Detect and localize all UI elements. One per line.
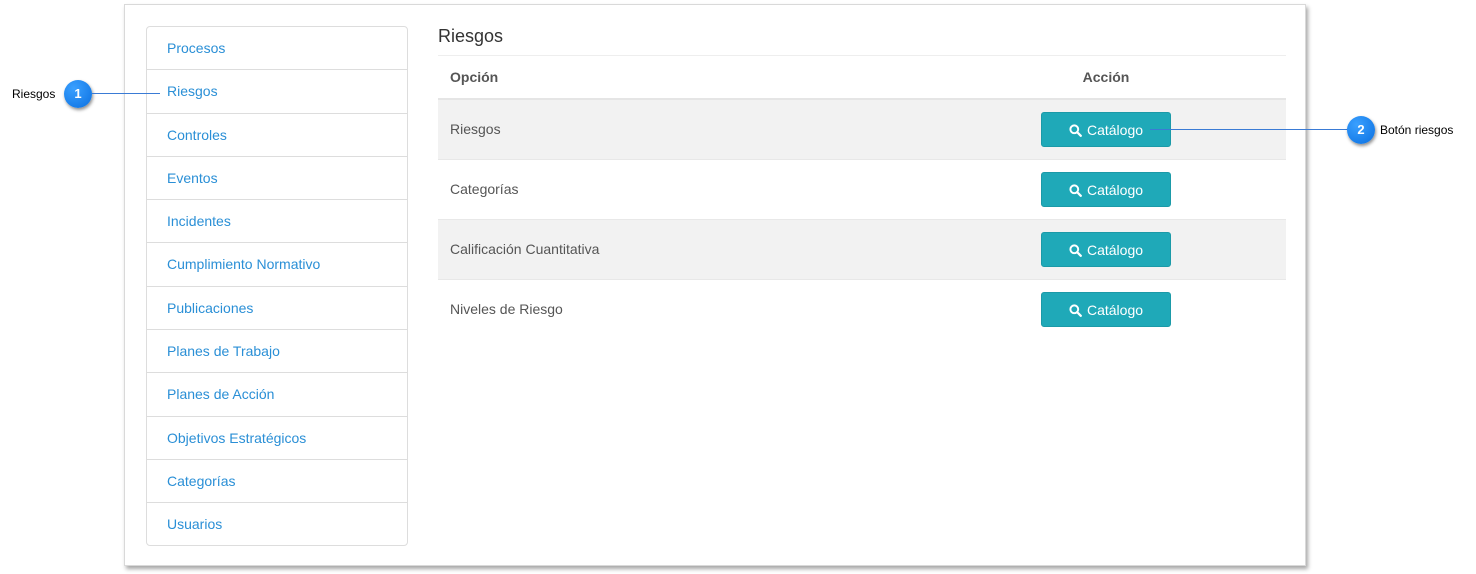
- sidebar-item-planes-de-accion[interactable]: Planes de Acción: [147, 373, 407, 417]
- button-label: Catálogo: [1086, 181, 1144, 198]
- sidebar-item-categorias[interactable]: Categorías: [147, 460, 407, 504]
- sidebar-item-incidentes[interactable]: Incidentes: [147, 200, 407, 244]
- callout-badge-2: 2: [1347, 116, 1375, 144]
- sidebar-item-planes-de-trabajo[interactable]: Planes de Trabajo: [147, 330, 407, 374]
- search-icon: [1069, 124, 1082, 137]
- callout-connector-1: [92, 93, 160, 94]
- options-table: Opción Acción Riesgos Catálogo Categoría…: [438, 56, 1286, 339]
- sidebar-item-publicaciones[interactable]: Publicaciones: [147, 287, 407, 331]
- sidebar-item-riesgos[interactable]: Riesgos: [147, 70, 407, 114]
- callout-label-1: Riesgos: [12, 87, 56, 101]
- sidebar-menu: Procesos Riesgos Controles Eventos Incid…: [146, 26, 408, 546]
- callout-connector-2: [1150, 129, 1348, 130]
- catalog-button-categorias[interactable]: Catálogo: [1041, 171, 1171, 207]
- search-icon: [1069, 243, 1082, 257]
- row-option-label: Categorías: [438, 158, 926, 219]
- page-title: Riesgos: [438, 25, 1286, 56]
- row-action-cell: Catálogo: [926, 218, 1286, 279]
- row-action-cell: Catálogo: [926, 158, 1286, 219]
- row-option-label: Calificación Cuantitativa: [438, 218, 926, 279]
- row-option-label: Riesgos: [438, 98, 926, 159]
- callout-badge-1: 1: [64, 80, 92, 108]
- button-label: Catálogo: [1086, 241, 1144, 258]
- row-option-label: Niveles de Riesgo: [438, 278, 926, 339]
- sidebar-item-objetivos-estrategicos[interactable]: Objetivos Estratégicos: [147, 417, 407, 460]
- column-header-action: Acción: [926, 56, 1286, 100]
- catalog-button-calificacion[interactable]: Catálogo: [1041, 231, 1171, 267]
- main-panel: Procesos Riesgos Controles Eventos Incid…: [124, 4, 1306, 566]
- column-header-option: Opción: [438, 56, 926, 100]
- search-icon: [1069, 183, 1082, 197]
- table-row: Categorías Catálogo: [438, 158, 1286, 219]
- table-row: Niveles de Riesgo Catálogo: [438, 278, 1286, 339]
- sidebar-item-controles[interactable]: Controles: [147, 114, 407, 157]
- content-area: Riesgos Opción Acción Riesgos Catálogo C…: [438, 25, 1286, 339]
- table-header-row: Opción Acción: [438, 56, 1286, 100]
- button-label: Catálogo: [1086, 121, 1144, 138]
- sidebar-item-cumplimiento-normativo[interactable]: Cumplimiento Normativo: [147, 243, 407, 287]
- sidebar-item-usuarios[interactable]: Usuarios: [147, 503, 407, 546]
- sidebar-item-procesos[interactable]: Procesos: [147, 27, 407, 71]
- callout-label-2: Botón riesgos: [1380, 123, 1454, 137]
- button-label: Catálogo: [1086, 301, 1144, 318]
- row-action-cell: Catálogo: [926, 278, 1286, 339]
- search-icon: [1069, 304, 1082, 317]
- sidebar-item-eventos[interactable]: Eventos: [147, 157, 407, 201]
- catalog-button-niveles[interactable]: Catálogo: [1041, 291, 1171, 327]
- table-row: Calificación Cuantitativa Catálogo: [438, 218, 1286, 279]
